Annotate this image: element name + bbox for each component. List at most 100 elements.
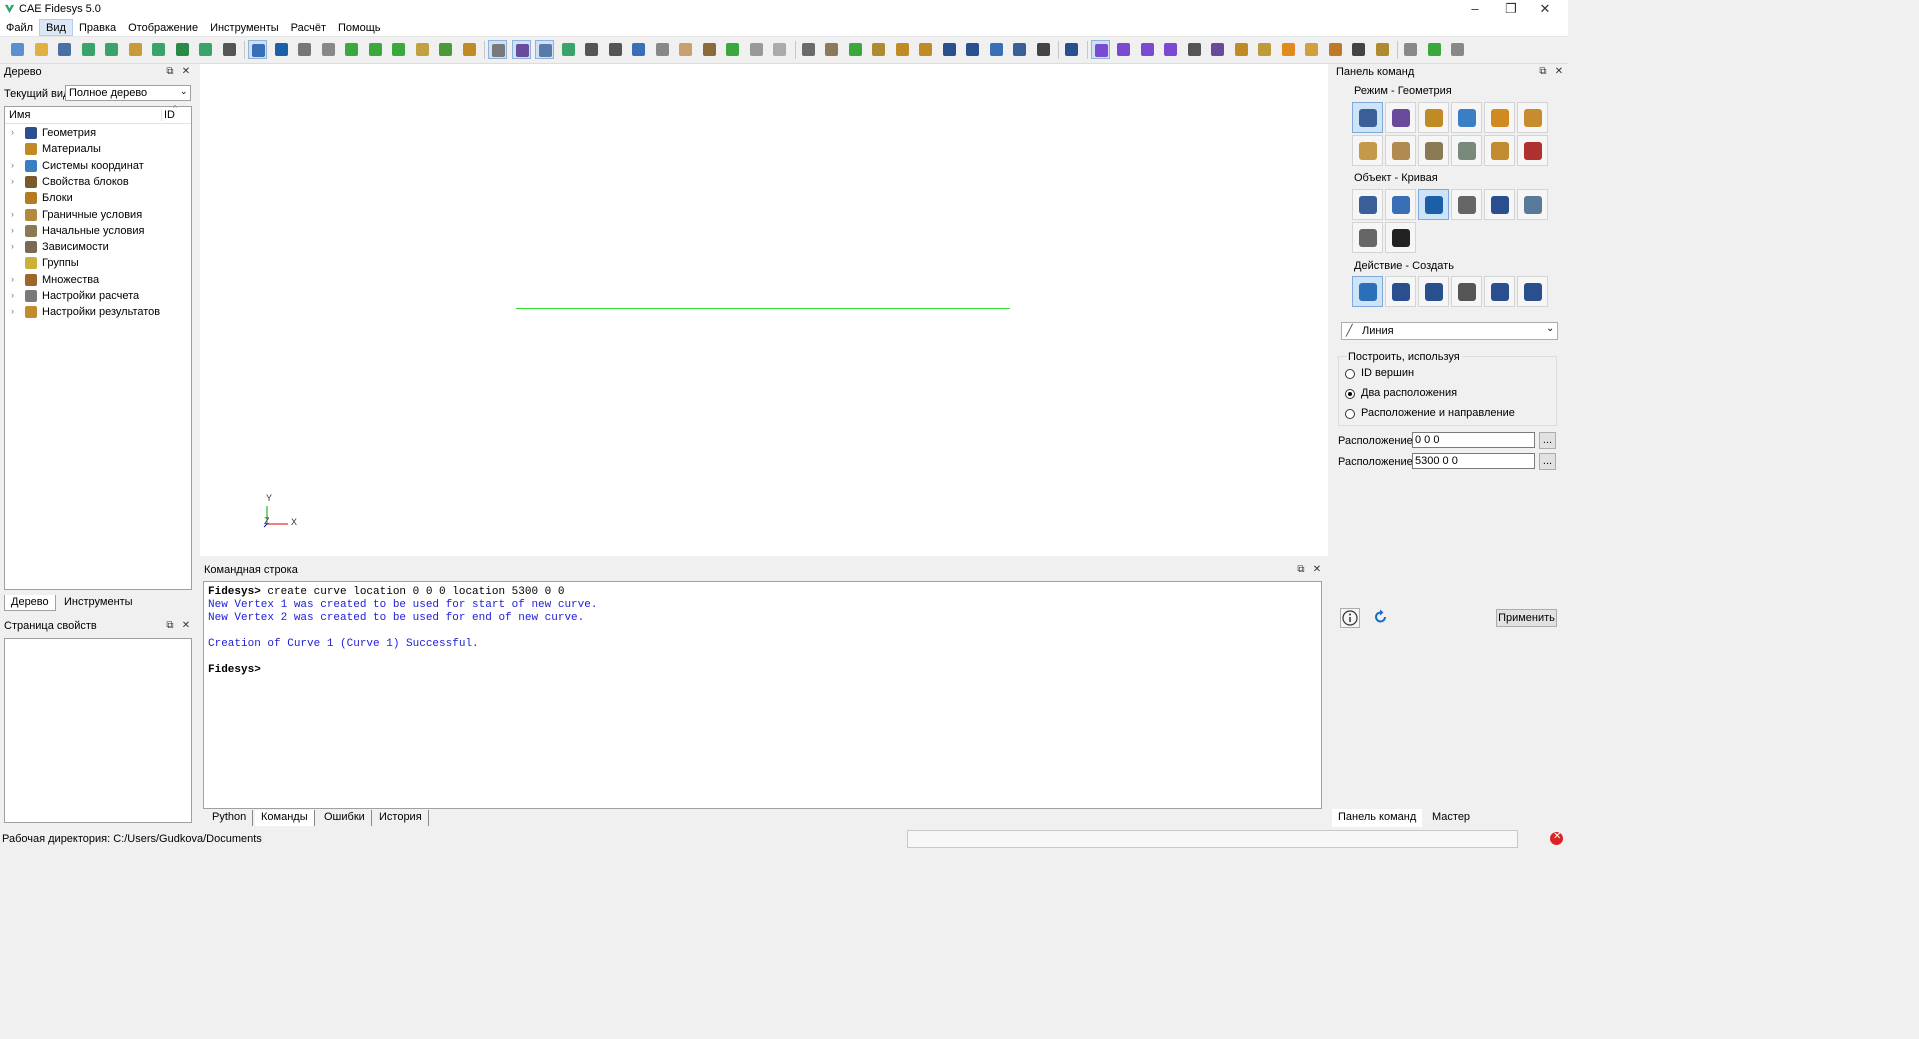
location-2-browse-button[interactable]: ... <box>1539 453 1556 470</box>
surface-button[interactable] <box>963 40 982 59</box>
view-top-button[interactable] <box>342 40 361 59</box>
menu-item-3[interactable]: Отображение <box>122 20 204 37</box>
radio-option-label[interactable]: Расположение и направление <box>1361 407 1515 419</box>
block-button[interactable] <box>987 40 1006 59</box>
apply-button[interactable]: Применить <box>1496 609 1557 627</box>
console-tab-1[interactable]: Команды <box>255 810 315 826</box>
expand-arrow-icon[interactable]: › <box>11 127 14 137</box>
close-icon[interactable]: ✕ <box>1553 66 1565 77</box>
tree-item-2[interactable]: › Системы координат <box>5 159 191 175</box>
fit-button[interactable] <box>653 40 672 59</box>
face-button[interactable] <box>1010 40 1029 59</box>
action-merge-button[interactable] <box>1517 276 1548 307</box>
mode-sets-button[interactable] <box>1517 102 1548 133</box>
tab-command-panel[interactable]: Панель команд <box>1332 809 1423 827</box>
new-file-button[interactable] <box>8 40 27 59</box>
section-button[interactable] <box>822 40 841 59</box>
ruler-button[interactable] <box>893 40 912 59</box>
curve-type-select[interactable]: ╱ Линия ⌄ <box>1341 322 1558 340</box>
view-left-button[interactable] <box>389 40 408 59</box>
tree-item-1[interactable]: Материалы <box>5 142 191 158</box>
radio-option-1[interactable] <box>1345 389 1355 399</box>
tree-item-9[interactable]: › Множества <box>5 273 191 289</box>
wireframe-button[interactable] <box>535 40 554 59</box>
view-custom-button[interactable] <box>460 40 479 59</box>
record-button[interactable] <box>173 40 192 59</box>
action-transform-button[interactable] <box>1451 276 1482 307</box>
float-icon[interactable]: ⧉ <box>1295 564 1307 575</box>
tree-item-3[interactable]: › Свойства блоков <box>5 175 191 191</box>
tree-item-6[interactable]: › Начальные условия <box>5 224 191 240</box>
object-surface-button[interactable] <box>1385 189 1416 220</box>
mode-material-button[interactable] <box>1418 102 1449 133</box>
graphics-viewport[interactable]: Y X Z <box>200 64 1328 556</box>
mode-calc-button[interactable] <box>1451 135 1482 166</box>
tree-item-4[interactable]: Блоки <box>5 191 191 207</box>
mode-boundary-button[interactable] <box>1352 135 1383 166</box>
box-button[interactable] <box>1208 40 1227 59</box>
pressure-button[interactable] <box>1302 40 1321 59</box>
float-icon[interactable]: ⧉ <box>1537 66 1549 77</box>
mesh-settings-button[interactable] <box>1401 40 1420 59</box>
view-back-button[interactable] <box>413 40 432 59</box>
view-iso-button[interactable] <box>295 40 314 59</box>
console-output[interactable]: Fidesys> create curve location 0 0 0 loc… <box>203 581 1322 809</box>
view-bottom-button[interactable] <box>436 40 455 59</box>
location-2-input[interactable] <box>1412 453 1535 469</box>
reset-button[interactable] <box>1372 608 1392 628</box>
expand-arrow-icon[interactable]: › <box>11 176 14 186</box>
expand-arrow-icon[interactable]: › <box>11 241 14 251</box>
script-button[interactable] <box>126 40 145 59</box>
dimension-button[interactable] <box>869 40 888 59</box>
save-file-button[interactable] <box>55 40 74 59</box>
mode-blocks-button[interactable] <box>1484 102 1515 133</box>
object-volume-button[interactable] <box>1352 189 1383 220</box>
import-button[interactable] <box>79 40 98 59</box>
menu-item-1[interactable]: Вид <box>39 19 73 36</box>
expand-arrow-icon[interactable]: › <box>11 290 14 300</box>
view-right-button[interactable] <box>366 40 385 59</box>
menu-item-6[interactable]: Помощь <box>332 20 387 37</box>
column-name-header[interactable]: Имя <box>9 109 30 121</box>
undo-button[interactable] <box>272 40 291 59</box>
mode-geometry-button[interactable] <box>1352 102 1383 133</box>
float-icon[interactable]: ⧉ <box>164 66 176 77</box>
curve-button[interactable] <box>1034 40 1053 59</box>
location-1-browse-button[interactable]: ... <box>1539 432 1556 449</box>
transparent-button[interactable] <box>747 40 766 59</box>
load-button[interactable] <box>1232 40 1251 59</box>
action-copy-button[interactable] <box>1418 276 1449 307</box>
mode-dependencies-button[interactable] <box>1418 135 1449 166</box>
expand-arrow-icon[interactable]: › <box>11 209 14 219</box>
radio-option-label[interactable]: ID вершин <box>1361 367 1414 379</box>
tab-tools[interactable]: Инструменты <box>58 595 139 611</box>
console-tab-2[interactable]: Ошибки <box>318 810 372 826</box>
menu-item-0[interactable]: Файл <box>0 20 39 37</box>
menu-item-4[interactable]: Инструменты <box>204 20 285 37</box>
color-button[interactable] <box>916 40 935 59</box>
tools-button[interactable] <box>220 40 239 59</box>
explode-button[interactable] <box>770 40 789 59</box>
current-view-select[interactable]: Полное дерево ⌄ <box>65 85 191 101</box>
export-button[interactable] <box>102 40 121 59</box>
tree-item-10[interactable]: › Настройки расчета <box>5 289 191 305</box>
temperature-button[interactable] <box>1326 40 1345 59</box>
mode-mesh-button[interactable] <box>1385 102 1416 133</box>
pan-button[interactable] <box>629 40 648 59</box>
mode-coord-system-button[interactable] <box>1451 102 1482 133</box>
object-body-button[interactable] <box>1517 189 1548 220</box>
stop-icon[interactable]: ✕ <box>1550 831 1563 845</box>
rotate-button[interactable] <box>559 40 578 59</box>
point-button[interactable] <box>1090 40 1110 59</box>
axes-button[interactable] <box>846 40 865 59</box>
rectangle-button[interactable] <box>1138 40 1157 59</box>
run-button[interactable] <box>1425 40 1444 59</box>
shaded-button[interactable] <box>511 40 531 59</box>
volume-button[interactable] <box>940 40 959 59</box>
menu-item-5[interactable]: Расчёт <box>285 20 332 37</box>
tree-view[interactable]: Имя ID ^ › Геометрия Материалы › Системы коо… <box>4 104 192 590</box>
expand-arrow-icon[interactable]: › <box>11 274 14 284</box>
close-icon[interactable]: ✕ <box>180 620 192 631</box>
close-window-button[interactable]: ✕ <box>1522 0 1568 18</box>
expand-arrow-icon[interactable]: › <box>11 225 14 235</box>
